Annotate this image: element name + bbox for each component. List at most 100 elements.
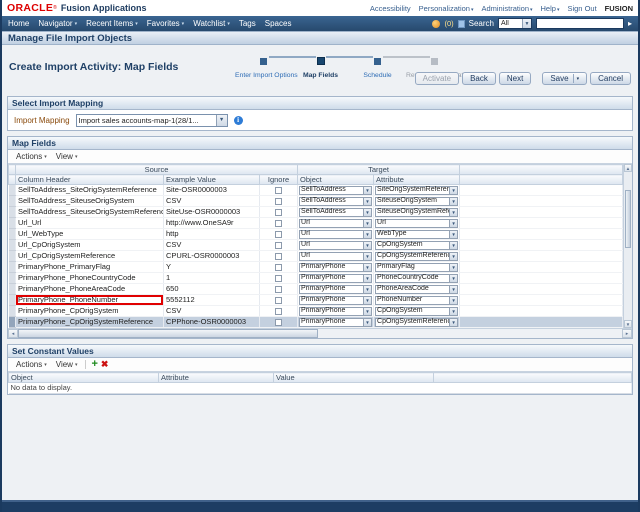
ignore-checkbox[interactable]	[275, 220, 283, 228]
row-selector[interactable]	[8, 239, 16, 251]
object-select[interactable]: PrimaryPhone ▼	[299, 317, 373, 327]
nav-spaces[interactable]: Spaces	[265, 19, 292, 28]
object-select[interactable]: Url ▼	[299, 251, 373, 261]
dropdown-arrow-icon[interactable]: ▼	[449, 241, 458, 249]
nav-navigator[interactable]: Navigator ▾	[38, 19, 77, 28]
row-selector[interactable]	[8, 228, 16, 240]
table-row[interactable]: PrimaryPhone_CpOrigSystem CSV PrimaryPho…	[8, 305, 623, 317]
nav-home[interactable]: Home	[8, 19, 29, 28]
dropdown-arrow-icon[interactable]: ▼	[363, 230, 372, 238]
attribute-select[interactable]: CpOrigSystemReference ▼	[375, 251, 459, 261]
object-select[interactable]: PrimaryPhone ▼	[299, 273, 373, 283]
train-stop-icon[interactable]	[374, 58, 381, 65]
train-stop-icon[interactable]	[316, 57, 325, 65]
object-select[interactable]: PrimaryPhone ▼	[299, 262, 373, 272]
attribute-select[interactable]: PhoneAreaCode ▼	[375, 284, 459, 294]
row-selector[interactable]	[8, 294, 16, 306]
attribute-select[interactable]: PhoneNumber ▼	[375, 295, 459, 305]
dropdown-arrow-icon[interactable]: ▼	[449, 285, 458, 293]
ignore-checkbox[interactable]	[275, 198, 283, 206]
dropdown-arrow-icon[interactable]: ▼	[363, 197, 372, 205]
scroll-right-icon[interactable]: ▸	[622, 329, 632, 338]
table-row[interactable]: SellToAddress_SiteuseOrigSystemReference…	[8, 206, 623, 218]
chevron-down-icon[interactable]: ▾	[572, 74, 579, 83]
ignore-checkbox[interactable]	[275, 308, 283, 316]
dropdown-arrow-icon[interactable]: ▼	[363, 208, 372, 216]
vertical-scrollbar[interactable]: ▲ ▼	[623, 164, 632, 328]
table-row[interactable]: Url_WebType http Url ▼ WebType ▼	[8, 228, 623, 240]
dropdown-arrow-icon[interactable]: ▼	[363, 274, 372, 282]
dropdown-arrow-icon[interactable]: ▼	[521, 19, 531, 28]
dropdown-arrow-icon[interactable]: ▼	[449, 197, 458, 205]
view-menu[interactable]: View ▾	[53, 360, 81, 369]
dropdown-arrow-icon[interactable]: ▼	[363, 219, 372, 227]
scroll-up-icon[interactable]: ▲	[624, 164, 632, 172]
vertical-scroll-thumb[interactable]	[625, 190, 631, 248]
ignore-checkbox[interactable]	[275, 231, 283, 239]
dropdown-arrow-icon[interactable]: ▼	[449, 318, 458, 326]
row-selector[interactable]	[8, 250, 16, 262]
ignore-checkbox[interactable]	[275, 242, 283, 250]
table-row[interactable]: PrimaryPhone_PrimaryFlag Y PrimaryPhone ▼…	[8, 261, 623, 273]
object-select[interactable]: SellToAddress ▼	[299, 207, 373, 217]
attribute-select[interactable]: SiteuseOrigSystem ▼	[375, 196, 459, 206]
object-select[interactable]: SellToAddress ▼	[299, 185, 373, 195]
ignore-checkbox[interactable]	[275, 297, 283, 305]
dropdown-arrow-icon[interactable]: ▼	[449, 208, 458, 216]
ignore-checkbox[interactable]	[275, 275, 283, 283]
object-select[interactable]: SellToAddress ▼	[299, 196, 373, 206]
ignore-checkbox[interactable]	[275, 286, 283, 294]
dropdown-arrow-icon[interactable]: ▼	[449, 186, 458, 194]
table-row[interactable]: SellToAddress_SiteOrigSystemReference Si…	[8, 184, 623, 196]
row-selector[interactable]	[8, 206, 16, 218]
flag-icon[interactable]	[457, 19, 465, 28]
ignore-checkbox[interactable]	[275, 187, 283, 195]
search-go-button[interactable]: ▸	[628, 18, 632, 29]
object-select[interactable]: PrimaryPhone ▼	[299, 284, 373, 294]
attribute-select[interactable]: PrimaryFlag ▼	[375, 262, 459, 272]
administration-menu[interactable]: Administration▾	[481, 4, 532, 13]
dropdown-arrow-icon[interactable]: ▼	[449, 219, 458, 227]
dropdown-arrow-icon[interactable]: ▼	[449, 296, 458, 304]
next-button[interactable]: Next	[498, 72, 532, 85]
attribute-select[interactable]: SiteOrigSystemReference▼	[375, 185, 459, 195]
nav-tags[interactable]: Tags	[239, 19, 256, 28]
attribute-select[interactable]: CpOrigSystem ▼	[375, 240, 459, 250]
dropdown-arrow-icon[interactable]: ▼	[363, 285, 372, 293]
add-row-icon[interactable]: +	[91, 359, 97, 370]
table-row[interactable]: Url_Url http://www.OneSA9r Url ▼ Url ▼	[8, 217, 623, 229]
attribute-select[interactable]: WebType ▼	[375, 229, 459, 239]
attribute-select[interactable]: CpOrigSystem ▼	[375, 306, 459, 316]
scroll-down-icon[interactable]: ▼	[624, 320, 632, 328]
object-select[interactable]: Url ▼	[299, 218, 373, 228]
table-row[interactable]: PrimaryPhone_CpOrigSystemReference CPPho…	[8, 316, 623, 328]
dropdown-arrow-icon[interactable]: ▼	[215, 114, 227, 126]
ignore-checkbox[interactable]	[275, 253, 283, 261]
personalization-menu[interactable]: Personalization▾	[419, 4, 474, 13]
dropdown-arrow-icon[interactable]: ▼	[363, 318, 372, 326]
row-selector[interactable]	[8, 184, 16, 196]
dropdown-arrow-icon[interactable]: ▼	[363, 296, 372, 304]
accessibility-link[interactable]: Accessibility	[370, 4, 411, 13]
dropdown-arrow-icon[interactable]: ▼	[449, 307, 458, 315]
table-row[interactable]: PrimaryPhone_PhoneNumber 5552112 Primary…	[8, 294, 623, 306]
actions-menu[interactable]: Actions ▾	[13, 360, 50, 369]
notifications-icon[interactable]	[432, 19, 441, 28]
table-row[interactable]: PrimaryPhone_PhoneCountryCode 1 PrimaryP…	[8, 272, 623, 284]
ignore-checkbox[interactable]	[275, 209, 283, 217]
row-selector[interactable]	[8, 195, 16, 207]
object-select[interactable]: PrimaryPhone ▼	[299, 306, 373, 316]
nav-watchlist[interactable]: Watchlist ▾	[193, 19, 230, 28]
row-selector[interactable]	[8, 272, 16, 284]
attribute-select[interactable]: CpOrigSystemReference ▼	[375, 317, 459, 327]
dropdown-arrow-icon[interactable]: ▼	[449, 230, 458, 238]
dropdown-arrow-icon[interactable]: ▼	[363, 241, 372, 249]
ignore-checkbox[interactable]	[275, 319, 283, 327]
object-select[interactable]: PrimaryPhone ▼	[299, 295, 373, 305]
ignore-checkbox[interactable]	[275, 264, 283, 272]
object-select[interactable]: Url ▼	[299, 229, 373, 239]
nav-favorites[interactable]: Favorites ▾	[147, 19, 184, 28]
horizontal-scroll-thumb[interactable]	[18, 329, 318, 338]
object-select[interactable]: Url ▼	[299, 240, 373, 250]
dropdown-arrow-icon[interactable]: ▼	[449, 252, 458, 260]
